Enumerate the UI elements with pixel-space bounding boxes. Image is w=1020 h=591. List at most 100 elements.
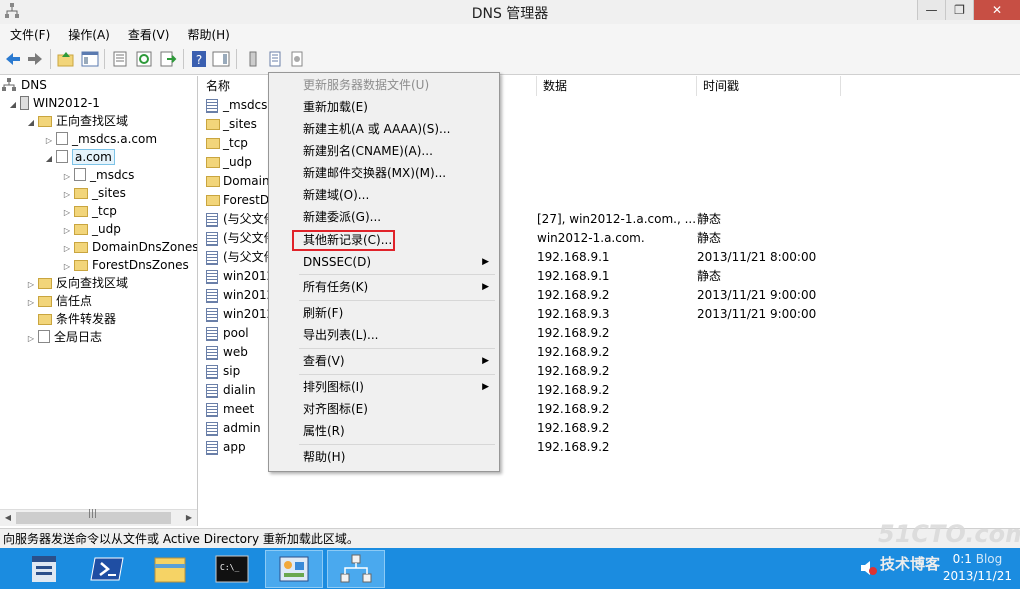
column-header-timestamp[interactable]: 时间戳 — [697, 76, 841, 96]
menu-item-view[interactable]: 查看(V) ▶ — [269, 351, 499, 372]
menu-item-new-host[interactable]: 新建主机(A 或 AAAA)(S)... — [269, 119, 499, 140]
folder-icon — [38, 314, 52, 325]
action-pane-icon[interactable] — [212, 50, 230, 68]
tree-node-global-logs[interactable]: ▷ 全局日志 — [26, 328, 102, 346]
menu-item-help[interactable]: 帮助(H) — [269, 447, 499, 468]
dns-manager-icon — [340, 554, 372, 583]
refresh-icon[interactable] — [135, 50, 153, 68]
tree-node-trust-points[interactable]: ▷ 信任点 — [26, 292, 92, 310]
tree-label: 全局日志 — [54, 330, 103, 344]
tree-node-reverse-zones[interactable]: ▷ 反向查找区域 — [26, 274, 128, 292]
taskbar-dns-manager[interactable] — [327, 550, 385, 588]
tree-node-msdcs-zone[interactable]: ▷ _msdcs.a.com — [44, 130, 157, 148]
tree-node-sites[interactable]: ▷ _sites — [62, 184, 126, 202]
server-manager-icon — [32, 556, 56, 582]
taskbar-command-prompt[interactable]: C:\_ — [203, 550, 261, 588]
menu-item-refresh[interactable]: 刷新(F) — [269, 303, 499, 324]
menu-item-new-delegation[interactable]: 新建委派(G)... — [269, 207, 499, 228]
folder-icon — [206, 176, 220, 187]
record-icon — [206, 365, 218, 379]
taskbar-powershell[interactable] — [79, 550, 137, 588]
properties-icon[interactable] — [111, 50, 129, 68]
record-name: app — [223, 440, 246, 454]
record-data: 192.168.9.2 — [537, 288, 610, 302]
tree-node-udp[interactable]: ▷ _udp — [62, 220, 121, 238]
menu-file[interactable]: 文件(F) — [0, 24, 58, 44]
tree-label: _tcp — [92, 204, 117, 218]
menu-item-all-tasks[interactable]: 所有任务(K) ▶ — [269, 277, 499, 298]
tree-horizontal-scrollbar[interactable]: ◀ ||| ▶ — [0, 509, 197, 526]
taskbar-control-panel[interactable] — [265, 550, 323, 588]
taskbar-file-explorer[interactable] — [141, 550, 199, 588]
scroll-left-arrow-icon[interactable]: ◀ — [1, 511, 15, 525]
window-title: DNS 管理器 — [471, 6, 549, 22]
expanded-arrow-icon[interactable]: ◢ — [8, 96, 18, 114]
menu-item-reload[interactable]: 重新加载(E) — [269, 97, 499, 118]
toolbar-separator — [104, 49, 105, 69]
record-icon — [206, 403, 218, 417]
help-icon[interactable]: ? — [190, 50, 208, 68]
up-folder-icon[interactable] — [57, 50, 75, 68]
record-name: ForestD — [223, 193, 270, 207]
svg-text:C:\_: C:\_ — [220, 563, 239, 572]
menu-item-line-up-icons[interactable]: 对齐图标(E) — [269, 399, 499, 420]
tree-node-conditional-forwarders[interactable]: 条件转发器 — [26, 310, 116, 328]
record-name: dialin — [223, 383, 256, 397]
minimize-button[interactable]: — — [917, 0, 945, 20]
scroll-right-arrow-icon[interactable]: ▶ — [182, 511, 196, 525]
record-name: _msdcs — [223, 98, 268, 112]
tree-node-domaindnszones[interactable]: ▷ DomainDnsZones — [62, 238, 197, 256]
powershell-icon — [90, 557, 124, 581]
tree-node-dns[interactable]: DNS — [2, 76, 47, 94]
menu-item-export-list[interactable]: 导出列表(L)... — [269, 325, 499, 346]
record-timestamp: 2013/11/21 9:00:00 — [697, 307, 817, 321]
menu-separator — [299, 274, 495, 275]
scroll-thumb[interactable]: ||| — [16, 509, 171, 524]
back-icon[interactable] — [4, 50, 22, 68]
collapsed-arrow-icon[interactable]: ▷ — [26, 330, 36, 348]
expanded-arrow-icon[interactable]: ◢ — [44, 150, 54, 168]
menu-item-new-domain[interactable]: 新建域(O)... — [269, 185, 499, 206]
menu-help[interactable]: 帮助(H) — [177, 24, 237, 44]
record-list-icon[interactable] — [266, 50, 284, 68]
menu-view[interactable]: 查看(V) — [118, 24, 178, 44]
speaker-icon[interactable] — [860, 560, 878, 576]
folder-icon — [206, 119, 220, 130]
record-name: admin — [223, 421, 261, 435]
toolbar-separator — [236, 49, 237, 69]
tree-node-server[interactable]: ◢ WIN2012-1 — [8, 94, 100, 112]
export-list-icon[interactable] — [159, 50, 177, 68]
console-tree: DNS ◢ WIN2012-1 ◢ 正向查找区域 ▷ _msdcs.a.com ◢ a.… — [0, 76, 198, 526]
dns-icon — [2, 78, 16, 91]
tree-node-tcp[interactable]: ▷ _tcp — [62, 202, 117, 220]
menu-action[interactable]: 操作(A) — [58, 24, 118, 44]
menu-item-new-alias[interactable]: 新建别名(CNAME)(A)... — [269, 141, 499, 162]
server-icon[interactable] — [244, 50, 262, 68]
folder-icon — [74, 188, 88, 199]
tree-node-forward-zones[interactable]: ◢ 正向查找区域 — [26, 112, 128, 130]
record-data: 192.168.9.1 — [537, 250, 610, 264]
column-header-data[interactable]: 数据 — [537, 76, 697, 96]
menu-item-arrange-icons[interactable]: 排列图标(I) ▶ — [269, 377, 499, 398]
menu-item-new-mx[interactable]: 新建邮件交换器(MX)(M)... — [269, 163, 499, 184]
maximize-button[interactable]: ❐ — [945, 0, 973, 20]
zone-icon — [56, 150, 68, 163]
close-button[interactable]: ✕ — [973, 0, 1020, 20]
forward-icon[interactable] — [26, 50, 44, 68]
zone-icon[interactable] — [288, 50, 306, 68]
system-clock[interactable]: 0:1 Blog 2013/11/21 — [943, 551, 1012, 585]
record-data: [27], win2012-1.a.com., ... — [537, 212, 697, 226]
record-name: _sites — [223, 117, 257, 131]
tree-node-forestdnszones[interactable]: ▷ ForestDnsZones — [62, 256, 189, 274]
expanded-arrow-icon[interactable]: ◢ — [26, 114, 36, 132]
show-hide-tree-icon[interactable] — [81, 50, 99, 68]
submenu-arrow-icon: ▶ — [482, 382, 489, 392]
menu-item-properties[interactable]: 属性(R) — [269, 421, 499, 442]
folder-icon — [38, 116, 52, 127]
menu-item-dnssec[interactable]: DNSSEC(D) ▶ — [269, 252, 499, 273]
tree-node-a-com[interactable]: ◢ a.com — [44, 148, 115, 166]
record-timestamp: 静态 — [697, 231, 722, 245]
tree-node-msdcs[interactable]: ▷ _msdcs — [62, 166, 134, 184]
record-name: _udp — [223, 155, 252, 169]
taskbar-server-manager[interactable] — [15, 550, 73, 588]
